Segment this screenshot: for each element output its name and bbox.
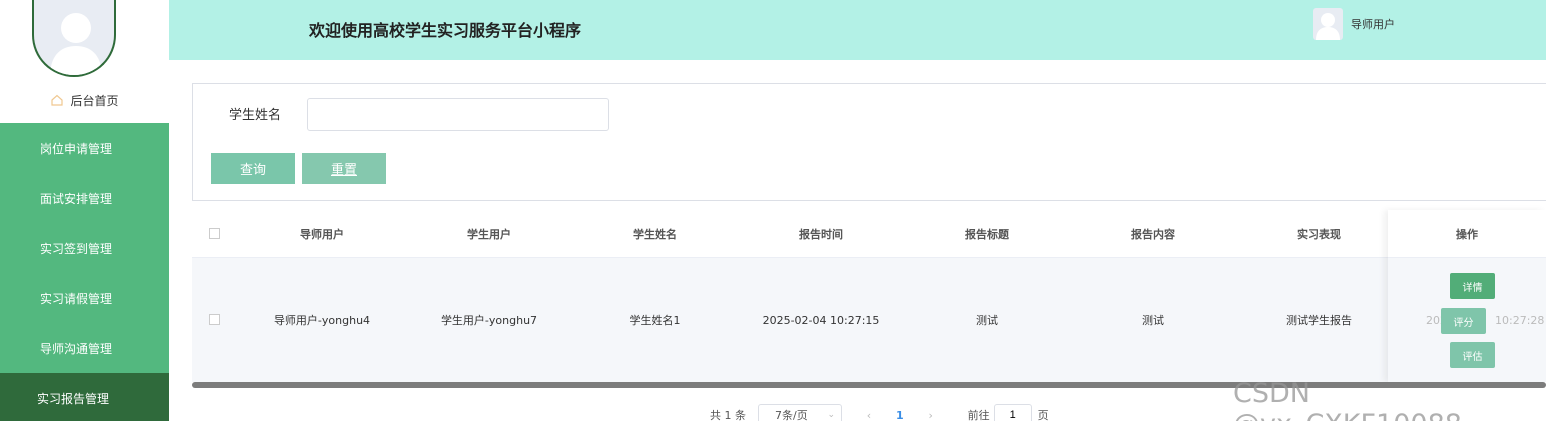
table-row[interactable]: 导师用户-yonghu4 学生用户-yonghu7 学生姓名1 2025-02-… [192, 258, 1546, 382]
goto-unit: 页 [1037, 409, 1049, 421]
column-header: 操作 [1388, 210, 1546, 258]
column-header: 学生姓名 [633, 227, 677, 241]
sidebar-item-leave[interactable]: 实习请假管理 [0, 273, 169, 323]
table-header: 导师用户 学生用户 学生姓名 报告时间 报告标题 报告内容 实习表现 [192, 210, 1546, 258]
sidebar-menu: 岗位申请管理 面试安排管理 实习签到管理 实习请假管理 导师沟通管理 实习报告管… [0, 123, 169, 421]
page-number[interactable]: 1 [896, 409, 904, 421]
cell-report-title: 测试 [976, 314, 998, 327]
cell-performance: 测试学生报告 [1286, 314, 1352, 327]
search-panel: 学生姓名 查询 重置 [192, 83, 1546, 201]
chevron-left-icon[interactable]: ‹ [862, 409, 876, 421]
page-size-select[interactable]: 7条/页 ⌄ [758, 404, 842, 421]
goto-label: 前往 [967, 409, 990, 421]
sidebar-item-report[interactable]: 实习报告管理 [0, 373, 169, 421]
sidebar-item-label: 实习签到管理 [40, 241, 113, 256]
goto-page-input[interactable] [993, 404, 1032, 421]
score-button[interactable]: 评分 [1441, 308, 1486, 334]
sidebar-item-home[interactable]: 后台首页 [0, 86, 169, 114]
cell-student: 学生用户-yonghu7 [440, 314, 538, 327]
cell-report-time: 2025-02-04 10:27:15 [762, 313, 880, 327]
sidebar-item-checkin[interactable]: 实习签到管理 [0, 223, 169, 273]
column-header: 报告时间 [799, 227, 843, 241]
column-header: 学生用户 [467, 227, 511, 241]
hidden-time-fragment: 10:27:28 [1495, 314, 1545, 327]
reset-button[interactable]: 重置 [302, 153, 386, 184]
avatar[interactable] [32, 0, 116, 77]
pagination: 共 1 条 7条/页 ⌄ ‹ 1 › 前往 页 [710, 403, 1049, 421]
evaluate-button[interactable]: 评估 [1450, 342, 1495, 368]
operation-cell: 202 10:27:28 详情 评分 评估 [1388, 258, 1546, 382]
total-count: 共 1 条 [710, 409, 746, 421]
sidebar: 后台首页 岗位申请管理 面试安排管理 实习签到管理 实习请假管理 导师沟通管理 … [0, 0, 169, 421]
watermark: CSDN @vx_CXKF10088 [1233, 378, 1462, 421]
student-name-input[interactable] [307, 98, 609, 131]
select-all-checkbox[interactable] [209, 228, 220, 239]
sidebar-item-mentor-communication[interactable]: 导师沟通管理 [0, 323, 169, 373]
cell-mentor: 导师用户-yonghu4 [273, 314, 371, 327]
user-menu[interactable]: 导师用户 [1313, 8, 1395, 40]
cell-student-name: 学生姓名1 [629, 314, 681, 327]
user-silhouette-icon [1316, 13, 1340, 40]
sidebar-item-job-application[interactable]: 岗位申请管理 [0, 123, 169, 173]
detail-button[interactable]: 详情 [1450, 273, 1495, 299]
sidebar-item-label: 面试安排管理 [40, 191, 113, 206]
sidebar-item-label: 实习报告管理 [37, 391, 110, 406]
chevron-down-icon: ⌄ [827, 410, 835, 420]
column-header: 实习表现 [1297, 227, 1341, 241]
sidebar-item-label: 岗位申请管理 [40, 141, 113, 156]
operation-column: 操作 202 10:27:28 详情 评分 评估 [1388, 210, 1546, 382]
home-icon [51, 94, 64, 106]
query-button[interactable]: 查询 [211, 153, 295, 184]
cell-report-content: 测试 [1142, 314, 1164, 327]
app: 后台首页 岗位申请管理 面试安排管理 实习签到管理 实习请假管理 导师沟通管理 … [0, 0, 1546, 421]
sidebar-item-label: 实习请假管理 [40, 291, 113, 306]
chevron-right-icon[interactable]: › [924, 409, 938, 421]
page-title: 欢迎使用高校学生实习服务平台小程序 [309, 21, 582, 40]
search-label: 学生姓名 [229, 108, 282, 123]
page-size-value: 7条/页 [775, 409, 808, 421]
column-header: 报告标题 [965, 227, 1009, 241]
row-checkbox[interactable] [209, 314, 220, 325]
sidebar-item-label: 导师沟通管理 [40, 341, 113, 356]
header: 欢迎使用高校学生实习服务平台小程序 导师用户 [169, 0, 1546, 60]
user-avatar[interactable] [1313, 8, 1343, 40]
user-name: 导师用户 [1351, 18, 1395, 31]
column-header: 报告内容 [1131, 227, 1175, 241]
sidebar-item-interview[interactable]: 面试安排管理 [0, 173, 169, 223]
user-silhouette-icon [50, 13, 102, 75]
sidebar-item-label: 后台首页 [70, 93, 119, 108]
column-header: 导师用户 [300, 227, 344, 241]
report-table: 导师用户 学生用户 学生姓名 报告时间 报告标题 报告内容 实习表现 导师用户-… [192, 210, 1546, 384]
